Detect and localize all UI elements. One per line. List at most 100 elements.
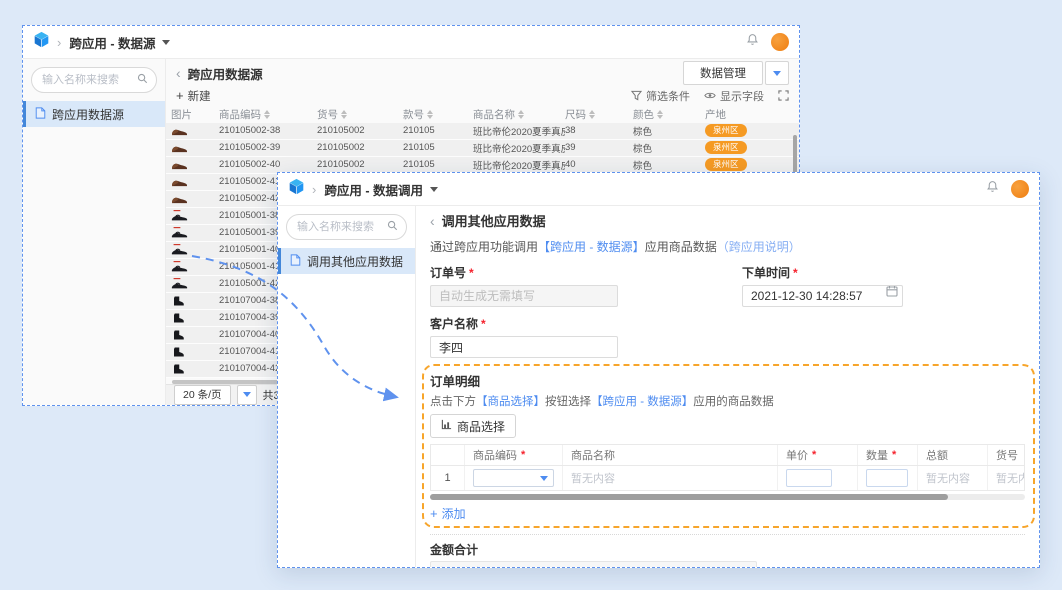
chevron-down-icon [243,392,251,397]
front-sidebar: 调用其他应用数据 [278,206,416,567]
vertical-scrollbar[interactable] [793,135,797,173]
calendar-icon[interactable] [886,284,898,302]
customer-input[interactable] [430,336,618,358]
column-header[interactable]: 尺码 [565,107,633,122]
quantity-input[interactable] [866,469,908,487]
item-no-cell: 210105002 [317,159,403,170]
column-header[interactable]: 货号 [317,107,403,122]
add-row-link[interactable]: 添加 [430,505,466,522]
product-photo-sandal [171,278,188,289]
back-chevron-icon[interactable]: ‹ [430,213,435,229]
table-row[interactable]: 210105002-40 210105002 210105 班比帝伦2020夏季… [166,157,799,174]
document-icon [290,254,301,269]
search-icon[interactable] [137,71,148,89]
desktop-background: › 跨应用 - 数据源 跨应用 [0,0,1062,590]
data-manage-caret-button[interactable] [765,61,789,85]
origin-cell: 泉州区 [705,141,779,154]
sort-icon[interactable] [264,110,270,119]
column-header[interactable]: 颜色 [633,107,705,122]
origin-cell: 泉州区 [705,158,779,171]
column-header[interactable]: 商品编码 [219,107,317,122]
search-input[interactable] [40,73,137,87]
product-photo-sandal [171,244,188,255]
product-photo-loafer [171,126,188,136]
divider [430,534,1025,535]
size-cell: 38 [565,125,633,136]
horizontal-scrollbar[interactable] [430,494,948,500]
notification-bell-icon[interactable] [986,180,999,198]
back-chevron-icon[interactable]: ‹ [176,65,181,81]
search-input[interactable] [295,220,387,234]
product-image-cell [171,177,219,187]
order-no-input[interactable] [430,285,618,307]
select-product-link: 【商品选择】 [476,396,545,408]
product-name-cell: 班比帝伦2020夏季真皮.. [473,141,565,155]
bar-chart-icon [441,419,452,433]
data-source-link[interactable]: 【跨应用 - 数据源】 [538,240,645,254]
column-header: 商品编码* [465,445,563,465]
product-image-cell [171,210,219,221]
front-main: ‹ 调用其他应用数据 通过跨应用功能调用【跨应用 - 数据源】应用商品数据（跨应… [416,206,1039,567]
product-select-button[interactable]: 商品选择 [430,414,516,438]
table-row[interactable]: 210105002-38 210105002 210105 班比帝伦2020夏季… [166,123,799,140]
sort-icon[interactable] [518,110,524,119]
breadcrumb-separator: › [57,35,61,50]
sort-icon[interactable] [341,110,347,119]
page-size-caret-button[interactable] [237,385,257,405]
style-no-cell: 210105 [403,159,473,170]
detail-title: 订单明细 [430,371,1025,390]
column-header[interactable]: 图片 [171,107,219,122]
column-header[interactable]: 产地 [705,107,779,122]
customer-label: 客户名称 [430,315,478,332]
chevron-down-icon[interactable] [162,40,170,45]
product-code-cell: 210105002-40 [219,159,317,170]
app-title[interactable]: 跨应用 - 数据调用 [324,180,423,199]
sort-icon[interactable] [427,110,433,119]
detail-table-row: 1 暂无内容 暂无内容 暂无内容 暂无内容 [431,466,1025,490]
eye-icon [704,91,716,100]
filter-button[interactable]: 筛选条件 [631,88,690,104]
cross-app-help-link[interactable]: （跨应用说明） [717,240,801,254]
chevron-down-icon [773,71,781,76]
data-manage-button[interactable]: 数据管理 [683,61,763,85]
sidebar-search [286,214,407,240]
product-image-cell [171,126,219,136]
search-icon[interactable] [387,218,398,236]
new-record-button[interactable]: 新建 [176,88,211,104]
product-image-cell [171,312,219,324]
color-cell: 棕色 [633,141,705,155]
chevron-down-icon[interactable] [430,187,438,192]
product-code-select[interactable] [473,469,554,487]
unit-price-input[interactable] [786,469,832,487]
table-row[interactable]: 210105002-39 210105002 210105 班比帝伦2020夏季… [166,140,799,157]
size-cell: 39 [565,142,633,153]
sidebar-item-data-source[interactable]: 跨应用数据源 [23,101,165,127]
page-size-select[interactable]: 20 条/页 [174,385,231,405]
order-detail-section: 订单明细 点击下方【商品选择】按钮选择【跨应用 - 数据源】应用的商品数据 商品… [430,369,1025,525]
horizontal-scrollbar-track [430,494,1025,500]
style-no-cell: 210105 [403,125,473,136]
column-header[interactable]: 商品名称 [473,107,565,122]
total-input[interactable]: 暂无内容 [430,561,757,567]
order-time-input[interactable] [742,285,903,307]
breadcrumb-separator: › [312,182,316,197]
display-fields-button[interactable]: 显示字段 [704,88,764,104]
fullscreen-button[interactable] [778,90,789,101]
form-row-1: 订单号* 下单时间* [430,264,1025,310]
app-title[interactable]: 跨应用 - 数据源 [69,33,155,52]
sort-icon[interactable] [589,110,595,119]
table-header-row: 图片商品编码货号款号商品名称尺码颜色产地 [166,106,799,122]
avatar[interactable] [1011,180,1029,198]
sidebar-item-call-data[interactable]: 调用其他应用数据 [278,248,415,274]
notification-bell-icon[interactable] [746,33,759,51]
avatar[interactable] [771,33,789,51]
product-code-cell: 210105002-38 [219,125,317,136]
sort-icon[interactable] [657,110,663,119]
page-title: 调用其他应用数据 [442,211,546,230]
row-index: 1 [431,466,465,490]
product-image-cell [171,278,219,289]
page-title: 跨应用数据源 [188,64,263,83]
product-photo-boot [171,346,186,358]
column-header[interactable]: 款号 [403,107,473,122]
sidebar-search [31,67,157,93]
